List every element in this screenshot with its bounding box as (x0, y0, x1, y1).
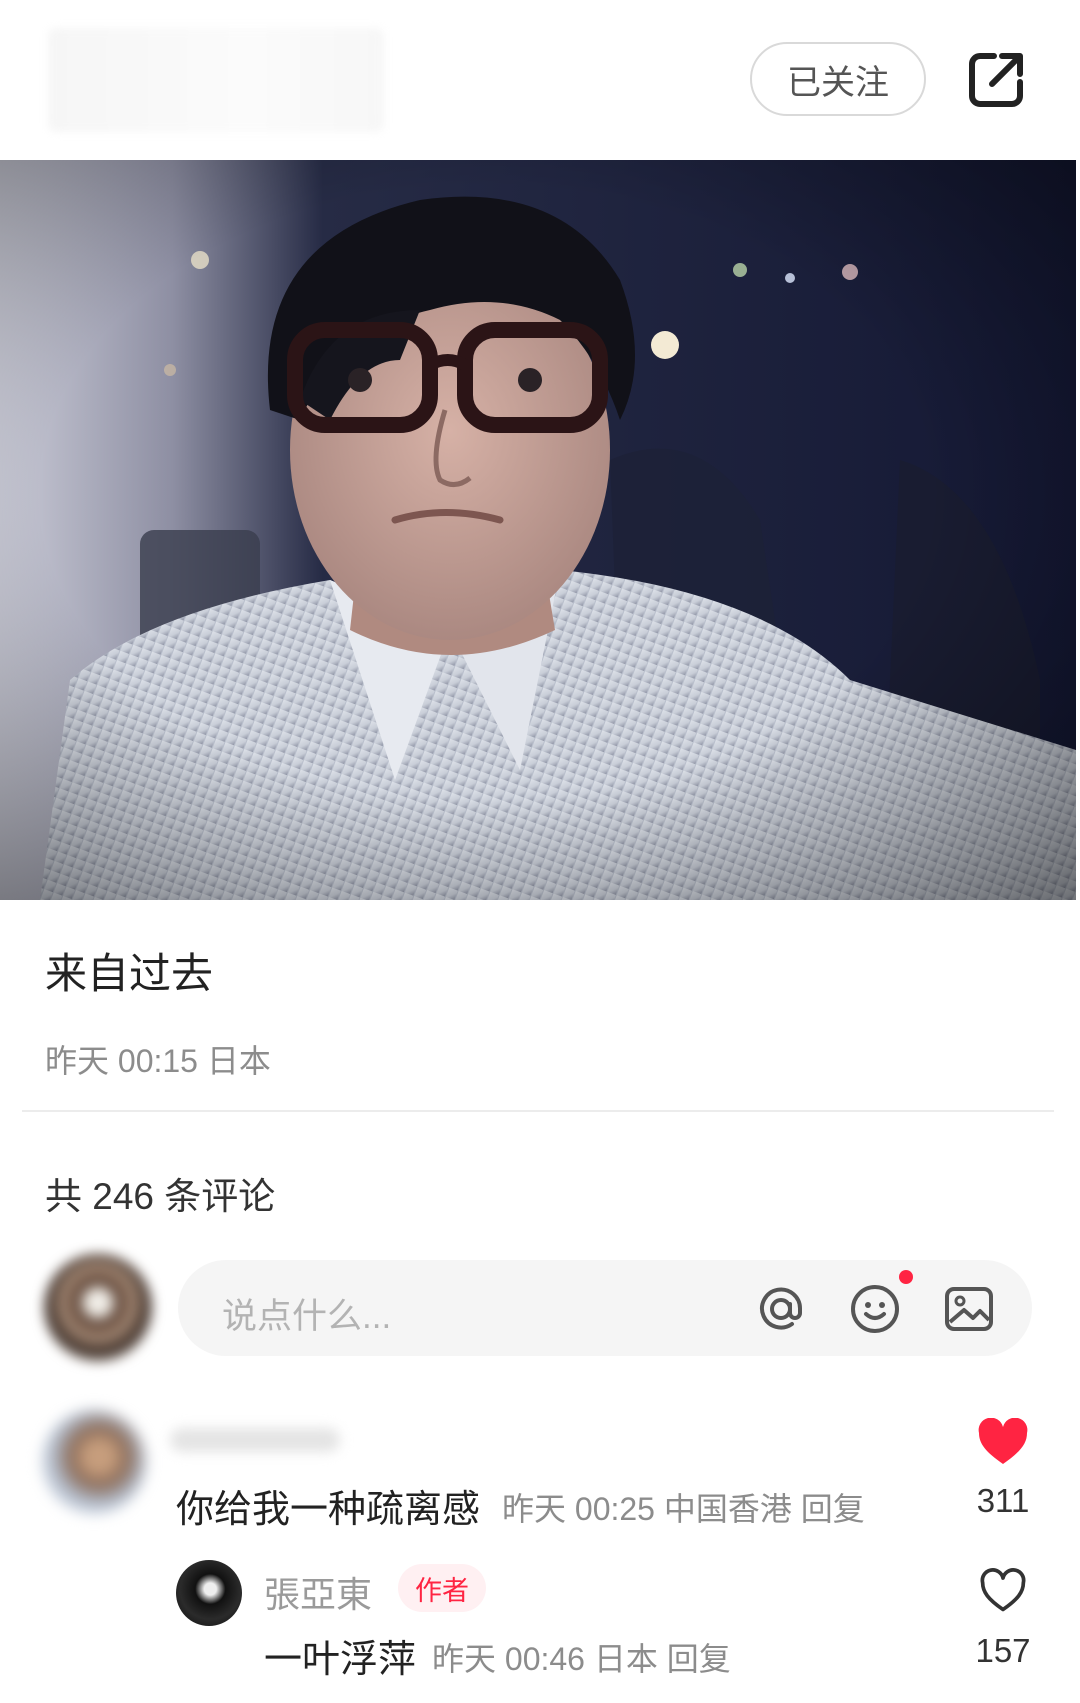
at-icon[interactable] (754, 1282, 808, 1336)
comment-text: 你给我一种疏离感 (176, 1489, 481, 1531)
image-icon[interactable] (942, 1282, 996, 1336)
emoji-new-dot (899, 1270, 913, 1284)
post-title: 来自过去 (45, 950, 214, 997)
author-info-blurred[interactable] (48, 28, 384, 132)
comment-input[interactable]: 说点什么... (178, 1260, 1032, 1356)
emoji-icon[interactable] (848, 1282, 902, 1336)
divider (22, 1110, 1054, 1112)
commenter-avatar[interactable] (42, 1410, 146, 1514)
reply-like-count: 157 (975, 1632, 1031, 1669)
heart-filled-icon[interactable] (976, 1418, 1030, 1466)
current-user-avatar (44, 1254, 152, 1362)
heart-outline-icon[interactable] (978, 1568, 1028, 1614)
comment-like-count: 311 (976, 1482, 1030, 1519)
reply-author-name[interactable]: 張亞東 (264, 1566, 372, 1618)
comment-count: 共 246 条评论 (45, 1176, 276, 1217)
post-meta: 昨天 00:15 日本 (45, 1043, 271, 1079)
author-badge: 作者 (398, 1564, 486, 1612)
share-external-icon[interactable] (966, 48, 1028, 110)
post-photo[interactable] (0, 160, 1076, 900)
follow-button[interactable]: 已关注 (750, 42, 926, 116)
top-bar: 已关注 (0, 0, 1080, 160)
comment-meta[interactable]: 昨天 00:25 中国香港 回复 (502, 1484, 865, 1530)
comment-input-placeholder: 说点什么... (222, 1297, 392, 1336)
reply-meta[interactable]: 昨天 00:46 日本 回复 (432, 1634, 731, 1680)
reply-author-avatar[interactable] (176, 1560, 242, 1626)
reply-text: 一叶浮萍 (264, 1639, 417, 1681)
commenter-name-blurred (170, 1428, 340, 1452)
